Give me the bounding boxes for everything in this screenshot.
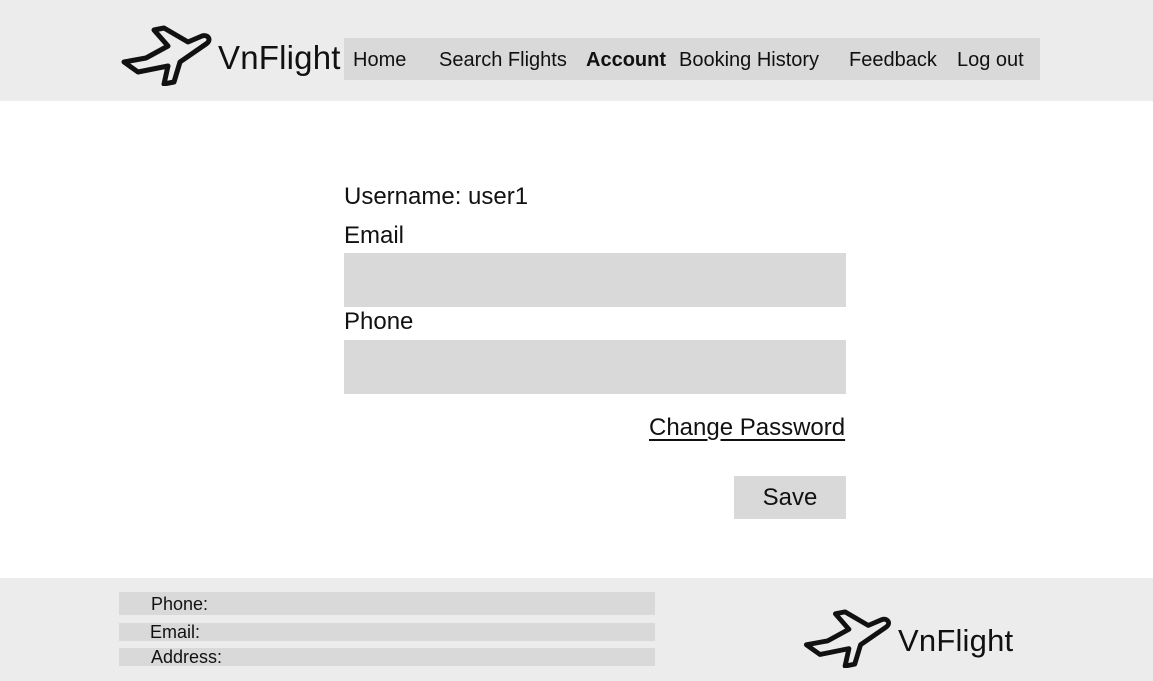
footer-address-row: Address: [119, 648, 655, 666]
nav-bar: Home Search Flights Account Booking Hist… [344, 38, 1040, 80]
footer-address-label: Address: [151, 647, 223, 667]
nav-item-feedback[interactable]: Feedback [849, 38, 937, 80]
save-button[interactable]: Save [734, 476, 846, 519]
brand-logo[interactable]: VnFlight [118, 24, 341, 91]
nav-item-account[interactable]: Account [586, 38, 666, 80]
nav-item-booking-history[interactable]: Booking History [679, 38, 819, 80]
phone-label: Phone [344, 308, 414, 335]
brand-name: VnFlight [218, 38, 341, 76]
airplane-icon [118, 24, 214, 91]
footer-brand-name: VnFlight [898, 622, 1014, 658]
footer-phone-row: Phone: [119, 592, 655, 615]
nav-item-home[interactable]: Home [353, 38, 406, 80]
email-field[interactable] [344, 253, 846, 307]
airplane-icon [800, 608, 894, 673]
nav-item-log-out[interactable]: Log out [957, 38, 1024, 80]
email-label: Email [344, 222, 405, 249]
footer-brand-logo: VnFlight [800, 608, 1013, 673]
username-text: Username: user1 [344, 183, 529, 210]
footer-phone-label: Phone: [151, 594, 209, 614]
header: VnFlight Home Search Flights Account Boo… [0, 0, 1153, 101]
footer-email-row: Email: [119, 623, 655, 641]
change-password-link[interactable]: Change Password [649, 414, 845, 442]
nav-item-search-flights[interactable]: Search Flights [439, 38, 567, 80]
footer-email-label: Email: [150, 622, 201, 642]
phone-field[interactable] [344, 340, 846, 394]
